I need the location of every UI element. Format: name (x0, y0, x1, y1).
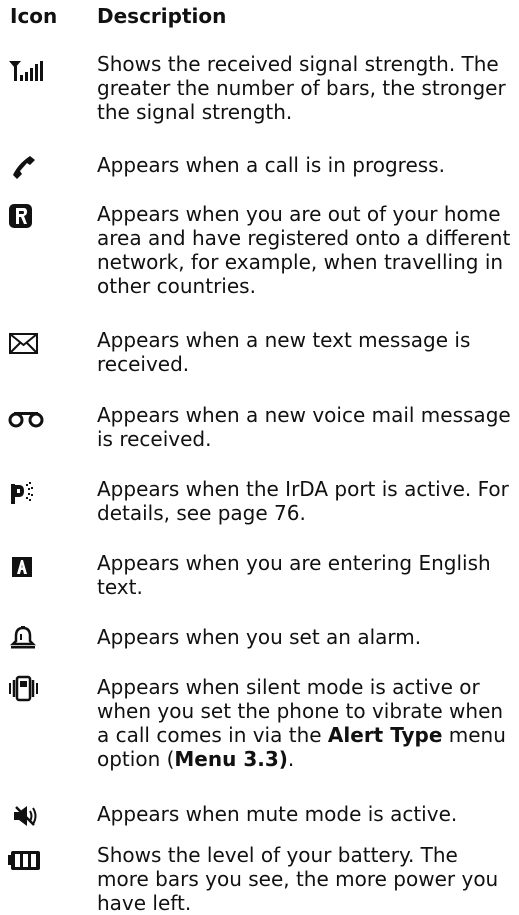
description-text: Shows the received signal strength. The … (97, 52, 506, 124)
description-text: Appears when a new text message is recei… (97, 328, 471, 376)
column-header-description: Description (97, 4, 227, 28)
irda-port-icon (8, 480, 48, 510)
signal-strength-icon (8, 58, 48, 88)
vibrate-icon (8, 675, 48, 705)
description-text: Appears when you are entering English te… (97, 551, 491, 599)
description-text: Appears when you are out of your home ar… (97, 202, 511, 298)
column-header-icon: Icon (10, 4, 58, 28)
battery-icon (8, 849, 48, 879)
description-text: Appears when a new voice mail message is… (97, 403, 511, 451)
description-text: Appears when silent mode is active or wh… (97, 675, 506, 771)
description-text: Appears when you set an alarm. (97, 625, 422, 649)
roaming-icon (8, 203, 48, 233)
english-text-icon (8, 555, 48, 585)
description-text: Appears when a call is in progress. (97, 153, 445, 177)
description-text: Shows the level of your battery. The mor… (97, 843, 499, 915)
envelope-icon (8, 332, 48, 362)
mute-icon (8, 803, 48, 833)
description-text: Appears when the IrDA port is active. Fo… (97, 477, 509, 525)
alarm-bell-icon (8, 625, 48, 655)
voicemail-icon (8, 410, 48, 440)
description-text: Appears when mute mode is active. (97, 802, 458, 826)
phone-handset-icon (8, 155, 48, 185)
